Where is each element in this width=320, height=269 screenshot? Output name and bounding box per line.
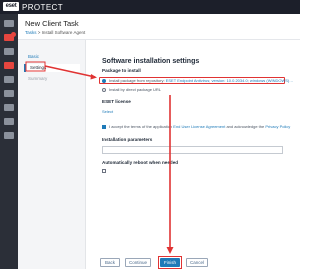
privacy-policy-link[interactable]: Privacy Policy	[265, 124, 290, 129]
alert-badge-icon	[11, 32, 16, 37]
reports-icon[interactable]	[4, 62, 14, 69]
option-install-direct-url[interactable]: Install by direct package URL	[102, 87, 161, 92]
breadcrumb-current: Install Software Agent	[41, 30, 86, 35]
repo-package-link[interactable]: ESET Endpoint Antivirus; version: 10.0.2…	[166, 78, 294, 83]
installation-params-input[interactable]	[102, 146, 283, 154]
installers-icon[interactable]	[4, 90, 14, 97]
cancel-button[interactable]: Cancel	[186, 258, 208, 267]
eula-acceptance[interactable]: I accept the terms of the application En…	[102, 124, 290, 129]
eset-logo[interactable]: eset	[3, 2, 19, 11]
license-label: ESET license	[102, 99, 131, 104]
dashboard-icon[interactable]	[4, 20, 14, 27]
page-header: New Client Task Tasks > Install Software…	[18, 14, 300, 40]
checkbox-unchecked-icon[interactable]	[102, 168, 106, 173]
auto-reboot-checkbox[interactable]	[102, 168, 109, 173]
license-select-text[interactable]: Select	[102, 109, 113, 114]
installation-params-label: Installation parameters	[102, 137, 153, 142]
step-summary: Summary	[28, 76, 48, 81]
eula-text: I accept the terms of the application	[109, 124, 173, 129]
top-bar: eset PROTECT	[0, 0, 300, 14]
continue-button[interactable]: Continue	[125, 258, 151, 267]
option-install-from-repo[interactable]: Install package from repository: ESET En…	[102, 78, 294, 83]
detections-icon[interactable]	[4, 48, 14, 55]
wizard-steps: Basic Settings Summary	[18, 40, 86, 269]
option-repo-label: Install package from repository:	[109, 78, 165, 83]
radio-on-icon[interactable]	[102, 78, 106, 83]
eula-link[interactable]: End User License Agreement	[173, 124, 225, 129]
page-title: New Client Task	[25, 19, 79, 28]
step-basic[interactable]: Basic	[24, 53, 80, 61]
notifications-icon[interactable]	[4, 118, 14, 125]
section-title: Software installation settings	[102, 58, 200, 65]
product-name: PROTECT	[22, 3, 64, 12]
tasks-icon[interactable]	[4, 76, 14, 83]
package-label: Package to install	[102, 68, 141, 73]
eula-tail: and acknowledge the	[226, 124, 265, 129]
license-select-link[interactable]: Select	[102, 109, 113, 114]
step-settings[interactable]: Settings	[24, 64, 80, 72]
breadcrumb-tasks[interactable]: Tasks	[25, 30, 37, 35]
checkbox-checked-icon[interactable]	[102, 124, 106, 129]
option-direct-label: Install by direct package URL	[109, 87, 162, 92]
left-nav-rail	[0, 14, 18, 269]
auto-reboot-label: Automatically reboot when needed	[102, 160, 179, 165]
settings-panel: Software installation settings Package t…	[86, 40, 300, 250]
more-icon[interactable]	[4, 132, 14, 139]
back-button[interactable]: Back	[100, 258, 120, 267]
policies-icon[interactable]	[4, 104, 14, 111]
breadcrumb: Tasks > Install Software Agent	[25, 30, 85, 35]
radio-off-icon[interactable]	[102, 87, 106, 92]
finish-button[interactable]: Finish	[160, 258, 180, 267]
